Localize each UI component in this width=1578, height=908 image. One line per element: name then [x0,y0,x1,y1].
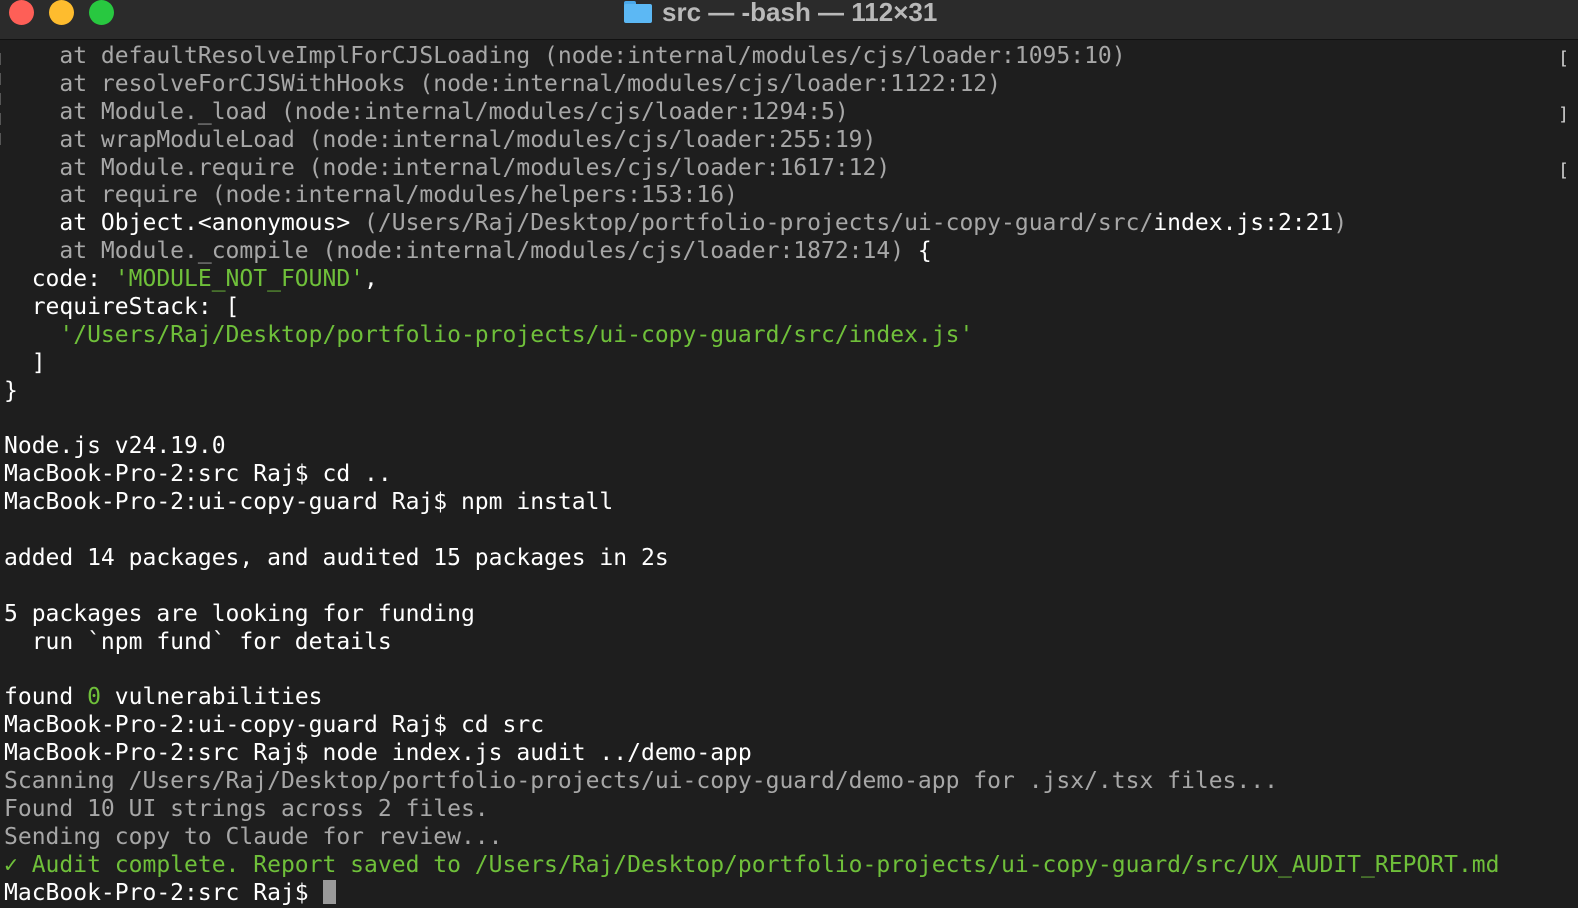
terminal-text-segment: found [4,684,88,711]
terminal-line: at Module.require (node:internal/modules… [4,155,1564,183]
terminal-text-segment: Scanning /Users/Raj/Desktop/portfolio-pr… [4,768,1278,795]
close-button[interactable] [9,0,34,25]
terminal-text-segment: at Module.require (node:internal/modules… [4,154,891,181]
terminal-text-segment: , [364,266,378,293]
terminal-text-segment: at Module._compile (node:internal/module… [4,238,918,265]
terminal-text-segment: added 14 packages, and audited 15 packag… [4,545,669,572]
terminal-text-segment: 5 packages are looking for funding [4,600,475,627]
terminal-text-segment: ✓ Audit complete. Report saved to /Users… [4,851,1500,878]
maximize-button[interactable] [89,0,114,25]
terminal-line: ✓ Audit complete. Report saved to /Users… [4,852,1564,880]
window-title-group: src — -bash — 112×31 [624,0,937,27]
terminal-text-segment: vulnerabilities [100,684,323,711]
terminal-line: } [4,378,1564,406]
terminal-line: at require (node:internal/modules/helper… [4,182,1564,210]
terminal-text-segment: at Module._load (node:internal/modules/c… [4,98,849,125]
terminal-line: at wrapModuleLoad (node:internal/modules… [4,127,1564,155]
terminal-line: MacBook-Pro-2:src Raj$ cd .. [4,461,1564,489]
title-bar[interactable]: src — -bash — 112×31 [0,0,1578,40]
terminal-line: Sending copy to Claude for review... [4,824,1564,852]
text-cursor [322,879,336,904]
terminal-line: code: 'MODULE_NOT_FOUND', [4,266,1564,294]
terminal-text-segment: at wrapModuleLoad (node:internal/modules… [4,126,877,153]
scrollback-marks [0,45,3,153]
terminal-line: 5 packages are looking for funding [4,601,1564,629]
terminal-text-segment: Sending copy to Claude for review... [4,823,503,850]
terminal-output[interactable]: at defaultResolveImplForCJSLoading (node… [4,43,1564,908]
terminal-text-segment: at require (node:internal/modules/helper… [4,182,738,209]
terminal-text-segment: at defaultResolveImplForCJSLoading (node… [4,43,1126,69]
terminal-text-segment: Found 10 UI strings across 2 files. [4,796,489,823]
terminal-line: at Module._load (node:internal/modules/c… [4,99,1564,127]
terminal-text-segment: ] [4,349,46,376]
terminal-text-segment: code: [4,266,115,293]
folder-icon [624,1,652,23]
terminal-line: added 14 packages, and audited 15 packag… [4,545,1564,573]
terminal-line: MacBook-Pro-2:ui-copy-guard Raj$ npm ins… [4,489,1564,517]
terminal-text-segment: MacBook-Pro-2:ui-copy-guard Raj$ cd src [4,712,545,739]
terminal-text-segment: at Object.<anonymous> [4,210,365,237]
terminal-text-segment: MacBook-Pro-2:src Raj$ node index.js aud… [4,740,752,767]
terminal-text-segment: '/Users/Raj/Desktop/portfolio-projects/u… [4,321,974,348]
terminal-text-segment: at resolveForCJSWithHooks (node:internal… [4,70,1001,97]
terminal-text-segment: requireStack: [ [4,294,240,321]
terminal-line: MacBook-Pro-2:ui-copy-guard Raj$ cd src [4,712,1564,740]
terminal-line: MacBook-Pro-2:src Raj$ node index.js aud… [4,740,1564,768]
terminal-line: '/Users/Raj/Desktop/portfolio-projects/u… [4,322,1564,350]
terminal-text-segment: 0 [87,684,101,711]
terminal-line: found 0 vulnerabilities [4,684,1564,712]
terminal-line: requireStack: [ [4,294,1564,322]
terminal-text-segment: (/Users/Raj/Desktop/portfolio-projects/u… [364,210,1154,237]
terminal-line: Found 10 UI strings across 2 files. [4,796,1564,824]
terminal-line: at resolveForCJSWithHooks (node:internal… [4,71,1564,99]
terminal-text-segment: { [917,238,932,265]
terminal-text-segment: MacBook-Pro-2:src Raj$ cd .. [4,461,392,488]
terminal-line: ] [4,350,1564,378]
prompt-line[interactable]: MacBook-Pro-2:src Raj$ [4,879,1564,908]
terminal-line: Node.js v24.19.0 [4,433,1564,461]
terminal-text-segment: Node.js v24.19.0 [4,433,226,460]
terminal-text-segment: run `npm fund` for details [4,628,392,655]
terminal-text-segment: ) [1333,210,1348,237]
terminal-text-segment: MacBook-Pro-2:ui-copy-guard Raj$ npm ins… [4,489,614,516]
terminal-line: Scanning /Users/Raj/Desktop/portfolio-pr… [4,768,1564,796]
terminal-line: at Object.<anonymous> (/Users/Raj/Deskto… [4,210,1564,238]
shell-prompt: MacBook-Pro-2:src Raj$ [4,879,323,906]
minimize-button[interactable] [49,0,74,25]
terminal-text-segment: } [4,377,18,404]
terminal-line: run `npm fund` for details [4,629,1564,657]
terminal-text-segment: 'MODULE_NOT_FOUND' [114,266,365,293]
terminal-line: at Module._compile (node:internal/module… [4,238,1564,266]
terminal-line: at defaultResolveImplForCJSLoading (node… [4,43,1564,71]
terminal-text-segment: index.js:2:21 [1153,210,1334,237]
terminal-window: src — -bash — 112×31 [][ at defaultResol… [0,0,1578,908]
window-title: src — -bash — 112×31 [662,0,938,27]
